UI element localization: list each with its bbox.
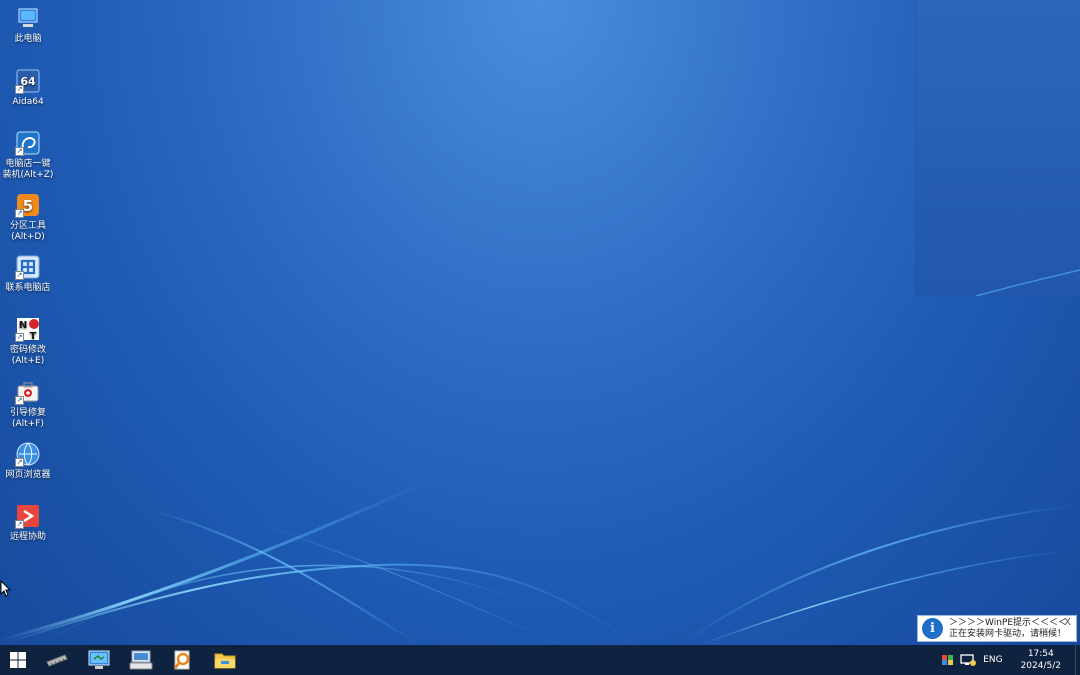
taskbar-app-memory[interactable]: [36, 645, 78, 675]
desktop-icon-label: 此电脑: [14, 34, 42, 44]
shortcut-arrow-icon: ↗: [15, 520, 24, 529]
install-icon: ↗: [15, 130, 41, 156]
desktop-icon-this-pc[interactable]: 此电脑: [0, 5, 56, 45]
desktop-icon-boot-repair[interactable]: ↗ 引导修复 (Alt+F): [0, 379, 56, 430]
svg-text:N: N: [19, 320, 27, 331]
desktop-icon-aida64[interactable]: 64 ↗ Aida64: [0, 68, 56, 108]
shortcut-arrow-icon: ↗: [15, 147, 24, 156]
password-icon: N T ↗: [15, 316, 41, 342]
desktop[interactable]: 此电脑 64 ↗ Aida64 ↗ 电脑店一键 装机(Alt+Z) 5 ↗ 分区…: [0, 0, 1080, 645]
desktop-icon-label: Aida64: [12, 97, 44, 107]
remote-assist-icon: ↗: [15, 503, 41, 529]
keyboard-icon: [129, 650, 153, 670]
svg-text:T: T: [30, 331, 37, 342]
desktop-icon-label: 引导修复 (Alt+F): [9, 408, 46, 429]
info-icon: i: [922, 618, 943, 639]
start-button[interactable]: [0, 645, 36, 675]
clock-date: 2024/5/2: [1020, 661, 1061, 671]
desktop-icon-one-click-install[interactable]: ↗ 电脑店一键 装机(Alt+Z): [0, 130, 56, 181]
boot-repair-icon: ↗: [15, 379, 41, 405]
taskbar-app-search-tool[interactable]: [162, 645, 204, 675]
desktop-icon-label: 分区工具 (Alt+D): [9, 221, 46, 242]
notification-close-button[interactable]: X: [1064, 617, 1071, 628]
aida64-icon: 64 ↗: [15, 68, 41, 94]
shortcut-arrow-icon: ↗: [15, 85, 24, 94]
language-indicator[interactable]: ENG: [983, 655, 1002, 665]
winpe-notification[interactable]: i ＞＞＞＞WinPE提示＜＜＜＜ 正在安装网卡驱动，请稍候！ X: [917, 615, 1077, 642]
browser-icon: ↗: [15, 441, 41, 467]
search-tool-icon: [173, 650, 190, 670]
clock-time: 17:54: [1027, 649, 1054, 659]
desktop-icon-contact-store[interactable]: ↗ 联系电脑店: [0, 254, 56, 294]
desktop-icon-label: 远程协助: [9, 532, 46, 542]
contact-icon: ↗: [15, 254, 41, 280]
folder-icon: [214, 653, 236, 669]
window-remnant: [916, 0, 1080, 297]
show-desktop-button[interactable]: [1075, 645, 1080, 675]
network-icon[interactable]: [959, 653, 977, 667]
computer-icon: [15, 5, 41, 31]
memory-icon: [46, 654, 68, 667]
taskbar-app-keyboard[interactable]: [120, 645, 162, 675]
shortcut-arrow-icon: ↗: [15, 396, 24, 405]
shortcut-arrow-icon: ↗: [15, 209, 24, 218]
mouse-cursor-icon: [0, 580, 12, 597]
taskbar-app-file-explorer[interactable]: [204, 645, 246, 675]
notification-title: ＞＞＞＞WinPE提示＜＜＜＜: [949, 617, 1068, 628]
desktop-icon-password-change[interactable]: N T ↗ 密码修改 (Alt+E): [0, 316, 56, 367]
desktop-icon-remote-assist[interactable]: ↗ 远程协助: [0, 503, 56, 543]
system-tray: ENG 17:54 2024/5/2: [941, 645, 1080, 675]
monitor-icon: [88, 650, 110, 669]
taskbar-app-monitor[interactable]: [78, 645, 120, 675]
color-app-tray-icon[interactable]: [941, 654, 955, 666]
shortcut-arrow-icon: ↗: [15, 333, 24, 342]
desktop-icon-web-browser[interactable]: ↗ 网页浏览器: [0, 441, 56, 481]
notification-message: 正在安装网卡驱动，请稍候！: [949, 628, 1067, 639]
shortcut-arrow-icon: ↗: [15, 271, 24, 280]
taskbar: ENG 17:54 2024/5/2: [0, 645, 1080, 675]
desktop-icon-label: 密码修改 (Alt+E): [9, 345, 46, 366]
clock[interactable]: 17:54 2024/5/2: [1021, 648, 1061, 672]
svg-text:5: 5: [23, 197, 33, 215]
partition-icon: 5 ↗: [15, 192, 41, 218]
desktop-icon-label: 电脑店一键 装机(Alt+Z): [2, 159, 54, 180]
desktop-icon-partition-tool[interactable]: 5 ↗ 分区工具 (Alt+D): [0, 192, 56, 243]
desktop-icon-label: 联系电脑店: [5, 283, 51, 293]
shortcut-arrow-icon: ↗: [15, 458, 24, 467]
desktop-icon-label: 网页浏览器: [5, 470, 51, 480]
start-icon: [10, 652, 26, 668]
